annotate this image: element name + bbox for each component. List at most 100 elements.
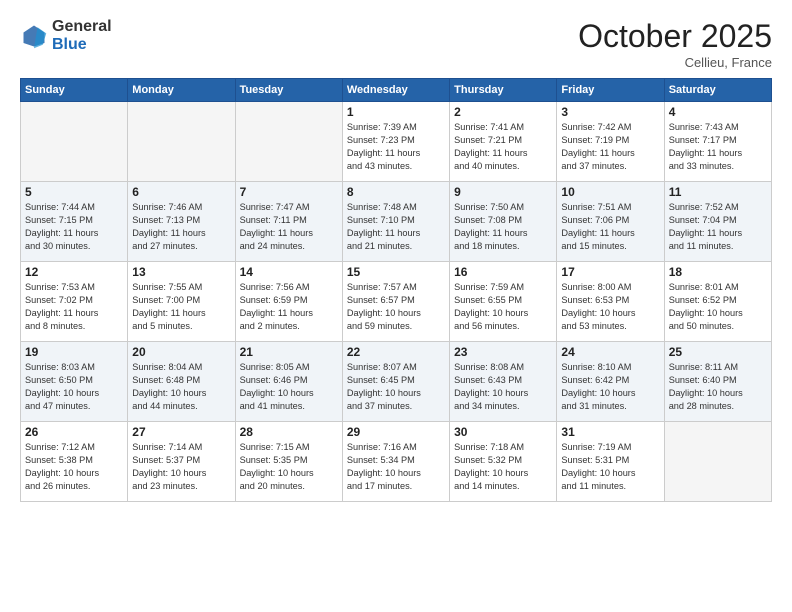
month-title: October 2025 (578, 18, 772, 55)
day-info: Sunrise: 7:14 AM Sunset: 5:37 PM Dayligh… (132, 441, 230, 493)
day-info: Sunrise: 7:51 AM Sunset: 7:06 PM Dayligh… (561, 201, 659, 253)
calendar-week-row: 5 Sunrise: 7:44 AM Sunset: 7:15 PM Daylig… (21, 182, 772, 262)
day-info: Sunrise: 8:10 AM Sunset: 6:42 PM Dayligh… (561, 361, 659, 413)
day-info: Sunrise: 7:56 AM Sunset: 6:59 PM Dayligh… (240, 281, 338, 333)
table-row: 2Sunrise: 7:41 AM Sunset: 7:21 PM Daylig… (450, 102, 557, 182)
day-number: 15 (347, 265, 445, 279)
day-number: 25 (669, 345, 767, 359)
col-saturday: Saturday (664, 79, 771, 102)
day-info: Sunrise: 7:46 AM Sunset: 7:13 PM Dayligh… (132, 201, 230, 253)
day-info: Sunrise: 7:50 AM Sunset: 7:08 PM Dayligh… (454, 201, 552, 253)
day-info: Sunrise: 7:48 AM Sunset: 7:10 PM Dayligh… (347, 201, 445, 253)
table-row: 16 Sunrise: 7:59 AM Sunset: 6:55 PM Dayli… (450, 262, 557, 342)
table-row: 17Sunrise: 8:00 AM Sunset: 6:53 PM Dayli… (557, 262, 664, 342)
table-row: 8 Sunrise: 7:48 AM Sunset: 7:10 PM Daylig… (342, 182, 449, 262)
day-info: Sunrise: 7:53 AM Sunset: 7:02 PM Dayligh… (25, 281, 123, 333)
col-thursday: Thursday (450, 79, 557, 102)
day-info: Sunrise: 7:59 AM Sunset: 6:55 PM Dayligh… (454, 281, 552, 333)
day-number: 30 (454, 425, 552, 439)
day-number: 11 (669, 185, 767, 199)
day-number: 19 (25, 345, 123, 359)
table-row (21, 102, 128, 182)
day-info: Sunrise: 8:11 AM Sunset: 6:40 PM Dayligh… (669, 361, 767, 413)
table-row (664, 422, 771, 502)
day-info: Sunrise: 7:44 AM Sunset: 7:15 PM Dayligh… (25, 201, 123, 253)
day-info: Sunrise: 7:16 AM Sunset: 5:34 PM Dayligh… (347, 441, 445, 493)
table-row: 23 Sunrise: 8:08 AM Sunset: 6:43 PM Dayli… (450, 342, 557, 422)
day-number: 27 (132, 425, 230, 439)
day-number: 31 (561, 425, 659, 439)
day-number: 9 (454, 185, 552, 199)
table-row: 29 Sunrise: 7:16 AM Sunset: 5:34 PM Dayli… (342, 422, 449, 502)
calendar-week-row: 26Sunrise: 7:12 AM Sunset: 5:38 PM Dayli… (21, 422, 772, 502)
day-info: Sunrise: 8:01 AM Sunset: 6:52 PM Dayligh… (669, 281, 767, 333)
day-number: 28 (240, 425, 338, 439)
calendar: Sunday Monday Tuesday Wednesday Thursday… (20, 78, 772, 502)
table-row: 1Sunrise: 7:39 AM Sunset: 7:23 PM Daylig… (342, 102, 449, 182)
table-row: 25 Sunrise: 8:11 AM Sunset: 6:40 PM Dayli… (664, 342, 771, 422)
table-row: 4 Sunrise: 7:43 AM Sunset: 7:17 PM Daylig… (664, 102, 771, 182)
table-row: 27 Sunrise: 7:14 AM Sunset: 5:37 PM Dayli… (128, 422, 235, 502)
day-info: Sunrise: 7:41 AM Sunset: 7:21 PM Dayligh… (454, 121, 552, 173)
day-number: 12 (25, 265, 123, 279)
calendar-week-row: 19 Sunrise: 8:03 AM Sunset: 6:50 PM Dayli… (21, 342, 772, 422)
day-info: Sunrise: 8:00 AM Sunset: 6:53 PM Dayligh… (561, 281, 659, 333)
table-row: 20 Sunrise: 8:04 AM Sunset: 6:48 PM Dayli… (128, 342, 235, 422)
day-info: Sunrise: 8:05 AM Sunset: 6:46 PM Dayligh… (240, 361, 338, 413)
table-row: 18 Sunrise: 8:01 AM Sunset: 6:52 PM Dayli… (664, 262, 771, 342)
calendar-week-row: 1Sunrise: 7:39 AM Sunset: 7:23 PM Daylig… (21, 102, 772, 182)
day-info: Sunrise: 7:15 AM Sunset: 5:35 PM Dayligh… (240, 441, 338, 493)
table-row: 21 Sunrise: 8:05 AM Sunset: 6:46 PM Dayli… (235, 342, 342, 422)
day-number: 14 (240, 265, 338, 279)
table-row: 5 Sunrise: 7:44 AM Sunset: 7:15 PM Daylig… (21, 182, 128, 262)
day-number: 3 (561, 105, 659, 119)
calendar-week-row: 12 Sunrise: 7:53 AM Sunset: 7:02 PM Dayli… (21, 262, 772, 342)
table-row: 28 Sunrise: 7:15 AM Sunset: 5:35 PM Dayli… (235, 422, 342, 502)
day-info: Sunrise: 8:07 AM Sunset: 6:45 PM Dayligh… (347, 361, 445, 413)
table-row (235, 102, 342, 182)
logo-text: General Blue (52, 18, 112, 53)
table-row: 12 Sunrise: 7:53 AM Sunset: 7:02 PM Dayli… (21, 262, 128, 342)
day-number: 21 (240, 345, 338, 359)
day-number: 18 (669, 265, 767, 279)
day-info: Sunrise: 7:18 AM Sunset: 5:32 PM Dayligh… (454, 441, 552, 493)
day-number: 13 (132, 265, 230, 279)
title-block: October 2025 Cellieu, France (578, 18, 772, 70)
col-tuesday: Tuesday (235, 79, 342, 102)
day-info: Sunrise: 7:57 AM Sunset: 6:57 PM Dayligh… (347, 281, 445, 333)
day-info: Sunrise: 7:19 AM Sunset: 5:31 PM Dayligh… (561, 441, 659, 493)
day-info: Sunrise: 8:08 AM Sunset: 6:43 PM Dayligh… (454, 361, 552, 413)
logo-blue: Blue (52, 36, 87, 53)
day-number: 20 (132, 345, 230, 359)
day-number: 16 (454, 265, 552, 279)
day-number: 8 (347, 185, 445, 199)
table-row: 22 Sunrise: 8:07 AM Sunset: 6:45 PM Dayli… (342, 342, 449, 422)
table-row: 13Sunrise: 7:55 AM Sunset: 7:00 PM Dayli… (128, 262, 235, 342)
day-info: Sunrise: 8:03 AM Sunset: 6:50 PM Dayligh… (25, 361, 123, 413)
day-number: 29 (347, 425, 445, 439)
day-info: Sunrise: 7:43 AM Sunset: 7:17 PM Dayligh… (669, 121, 767, 173)
calendar-header-row: Sunday Monday Tuesday Wednesday Thursday… (21, 79, 772, 102)
day-info: Sunrise: 8:04 AM Sunset: 6:48 PM Dayligh… (132, 361, 230, 413)
table-row (128, 102, 235, 182)
day-info: Sunrise: 7:42 AM Sunset: 7:19 PM Dayligh… (561, 121, 659, 173)
table-row: 7Sunrise: 7:47 AM Sunset: 7:11 PM Daylig… (235, 182, 342, 262)
day-number: 22 (347, 345, 445, 359)
table-row: 24Sunrise: 8:10 AM Sunset: 6:42 PM Dayli… (557, 342, 664, 422)
logo: General Blue (20, 18, 112, 53)
day-number: 23 (454, 345, 552, 359)
table-row: 30 Sunrise: 7:18 AM Sunset: 5:32 PM Dayli… (450, 422, 557, 502)
col-friday: Friday (557, 79, 664, 102)
logo-icon (20, 22, 48, 50)
day-number: 5 (25, 185, 123, 199)
day-number: 6 (132, 185, 230, 199)
table-row: 26Sunrise: 7:12 AM Sunset: 5:38 PM Dayli… (21, 422, 128, 502)
day-info: Sunrise: 7:12 AM Sunset: 5:38 PM Dayligh… (25, 441, 123, 493)
day-number: 4 (669, 105, 767, 119)
day-info: Sunrise: 7:52 AM Sunset: 7:04 PM Dayligh… (669, 201, 767, 253)
table-row: 3 Sunrise: 7:42 AM Sunset: 7:19 PM Daylig… (557, 102, 664, 182)
day-info: Sunrise: 7:39 AM Sunset: 7:23 PM Dayligh… (347, 121, 445, 173)
table-row: 19 Sunrise: 8:03 AM Sunset: 6:50 PM Dayli… (21, 342, 128, 422)
header: General Blue October 2025 Cellieu, Franc… (20, 18, 772, 70)
table-row: 31 Sunrise: 7:19 AM Sunset: 5:31 PM Dayli… (557, 422, 664, 502)
